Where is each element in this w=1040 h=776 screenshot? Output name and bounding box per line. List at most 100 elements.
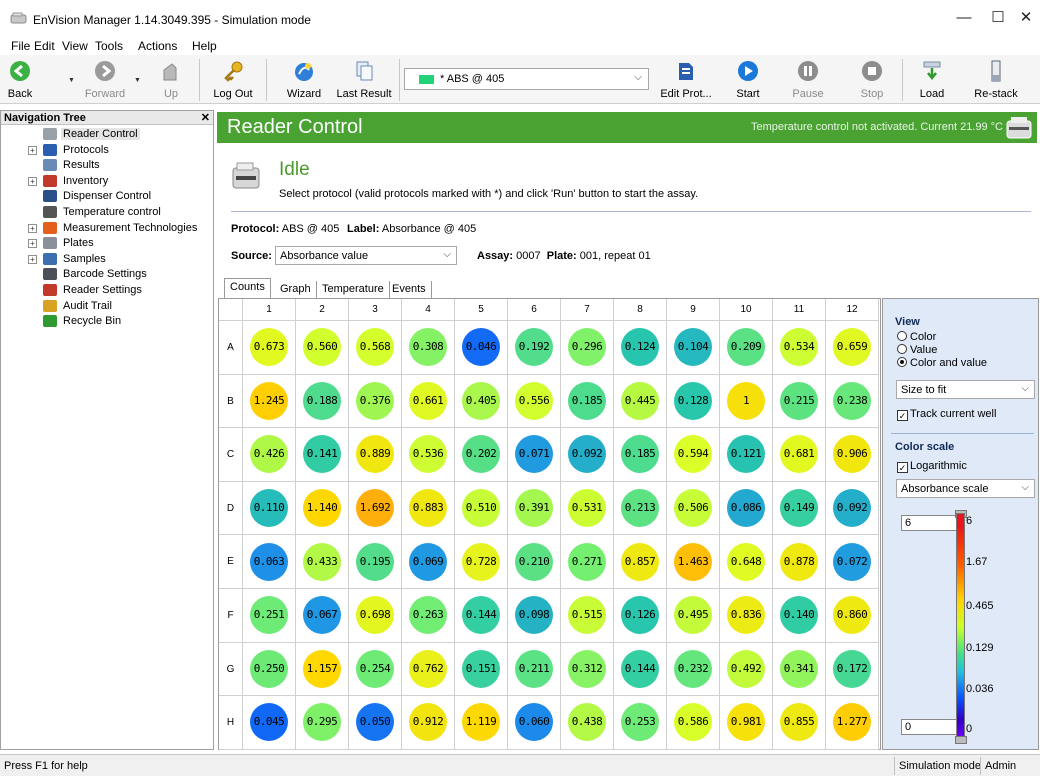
plate-well-cell[interactable]: 0.110	[243, 481, 296, 536]
plate-well[interactable]: 0.060	[515, 703, 553, 742]
plate-well-cell[interactable]: 0.341	[773, 642, 826, 697]
expand-icon[interactable]: +	[28, 176, 37, 186]
plate-well[interactable]: 1.157	[303, 649, 341, 688]
plate-well[interactable]: 0.251	[250, 596, 288, 635]
plate-well-cell[interactable]: 0.391	[508, 481, 561, 536]
nav-item-dispenser-control[interactable]: Dispenser Control	[1, 189, 213, 204]
plate-well-cell[interactable]: 0.188	[296, 374, 349, 429]
last-result-button[interactable]: Last Result	[334, 57, 394, 101]
row-header[interactable]: F	[219, 589, 243, 643]
plate-well-cell[interactable]: 0.531	[561, 481, 614, 536]
plate-well-cell[interactable]: 0.556	[508, 374, 561, 429]
plate-well[interactable]: 0.376	[356, 381, 394, 420]
pause-button[interactable]: Pause	[786, 57, 830, 101]
plate-well-cell[interactable]: 0.681	[773, 428, 826, 482]
row-header[interactable]: H	[219, 696, 243, 750]
plate-well[interactable]: 1	[727, 381, 765, 420]
plate-well-cell[interactable]: 0.673	[243, 321, 296, 375]
track-current-well-checkbox[interactable]: ✓ Track current well	[897, 408, 996, 421]
plate-well-cell[interactable]: 0.232	[667, 642, 720, 697]
plate-well-cell[interactable]: 0.098	[508, 589, 561, 643]
plate-well[interactable]: 0.121	[727, 435, 765, 474]
plate-well-cell[interactable]: 0.568	[349, 321, 402, 375]
plate-well-cell[interactable]: 0.141	[296, 428, 349, 482]
plate-well[interactable]: 0.071	[515, 435, 553, 474]
plate-well[interactable]: 0.981	[727, 703, 765, 742]
plate-well-cell[interactable]: 0.124	[614, 321, 667, 375]
plate-well[interactable]: 0.510	[462, 489, 500, 528]
column-header[interactable]: 11	[773, 299, 826, 321]
plate-well[interactable]: 0.253	[621, 703, 659, 742]
plate-well-cell[interactable]: 0.086	[720, 481, 773, 536]
close-button[interactable]: ✕	[1007, 6, 1040, 30]
nav-item-results[interactable]: Results	[1, 158, 213, 173]
plate-well[interactable]: 0.296	[568, 328, 606, 367]
plate-well-cell[interactable]: 0.857	[614, 535, 667, 589]
menu-actions[interactable]: Actions	[138, 39, 177, 53]
plate-well[interactable]: 0.092	[568, 435, 606, 474]
column-header[interactable]: 12	[826, 299, 879, 321]
plate-well-cell[interactable]: 0.046	[455, 321, 508, 375]
column-header[interactable]: 2	[296, 299, 349, 321]
plate-well-cell[interactable]: 0.213	[614, 481, 667, 536]
edit-protocol-button[interactable]: Edit Prot...	[656, 57, 716, 101]
column-header[interactable]: 9	[667, 299, 720, 321]
tab-events[interactable]: Events	[387, 281, 432, 298]
row-header[interactable]: G	[219, 642, 243, 697]
plate-well[interactable]: 0.126	[621, 596, 659, 635]
plate-well[interactable]: 0.295	[303, 703, 341, 742]
plate-well-cell[interactable]: 0.762	[402, 642, 455, 697]
scale-max-input[interactable]: 6	[901, 515, 957, 531]
nav-item-protocols[interactable]: + Protocols	[1, 143, 213, 158]
plate-well[interactable]: 0.202	[462, 435, 500, 474]
plate-well-cell[interactable]: 0.060	[508, 696, 561, 750]
scale-min-input[interactable]: 0	[901, 719, 957, 735]
tab-graph[interactable]: Graph	[275, 281, 317, 298]
protocol-select[interactable]: * ABS @ 405 ⌵	[404, 68, 649, 90]
plate-well-cell[interactable]: 0.659	[826, 321, 879, 375]
plate-well-cell[interactable]: 0.536	[402, 428, 455, 482]
plate-well-cell[interactable]: 0.251	[243, 589, 296, 643]
row-header[interactable]: E	[219, 535, 243, 589]
row-header[interactable]: D	[219, 481, 243, 536]
plate-well[interactable]: 0.855	[780, 703, 818, 742]
nav-item-recycle-bin[interactable]: Recycle Bin	[1, 314, 213, 329]
plate-well-cell[interactable]: 0.202	[455, 428, 508, 482]
plate-well[interactable]: 0.050	[356, 703, 394, 742]
forward-button[interactable]: Forward	[80, 57, 130, 101]
plate-well-cell[interactable]: 1.157	[296, 642, 349, 697]
column-header[interactable]: 10	[720, 299, 773, 321]
plate-well[interactable]: 0.263	[409, 596, 447, 635]
plate-well[interactable]: 0.045	[250, 703, 288, 742]
plate-well-cell[interactable]: 0.445	[614, 374, 667, 429]
column-header[interactable]: 3	[349, 299, 402, 321]
plate-well[interactable]: 0.515	[568, 596, 606, 635]
plate-well-cell[interactable]: 1.140	[296, 481, 349, 536]
plate-well-cell[interactable]: 0.433	[296, 535, 349, 589]
plate-well[interactable]: 0.341	[780, 649, 818, 688]
plate-well[interactable]: 0.209	[727, 328, 765, 367]
plate-well[interactable]: 0.728	[462, 542, 500, 581]
plate-well[interactable]: 0.912	[409, 703, 447, 742]
plate-well-cell[interactable]: 0.067	[296, 589, 349, 643]
plate-well[interactable]: 0.312	[568, 649, 606, 688]
plate-well[interactable]: 0.192	[515, 328, 553, 367]
plate-well[interactable]: 0.098	[515, 596, 553, 635]
plate-well-cell[interactable]: 1.119	[455, 696, 508, 750]
plate-well-cell[interactable]: 0.069	[402, 535, 455, 589]
plate-well-cell[interactable]: 0.376	[349, 374, 402, 429]
plate-well-cell[interactable]: 0.308	[402, 321, 455, 375]
plate-well-cell[interactable]: 0.151	[455, 642, 508, 697]
plate-well[interactable]: 0.211	[515, 649, 553, 688]
plate-well[interactable]: 0.195	[356, 542, 394, 581]
nav-item-samples[interactable]: + Samples	[1, 252, 213, 267]
wizard-button[interactable]: Wizard	[282, 57, 326, 101]
source-select[interactable]: Absorbance value ⌵	[275, 246, 457, 265]
plate-well[interactable]: 0.857	[621, 542, 659, 581]
column-header[interactable]: 4	[402, 299, 455, 321]
logarithmic-checkbox[interactable]: ✓ Logarithmic	[897, 460, 967, 473]
plate-well[interactable]: 0.673	[250, 328, 288, 367]
plate-well[interactable]: 0.185	[568, 381, 606, 420]
plate-well[interactable]: 0.556	[515, 381, 553, 420]
plate-well[interactable]: 0.762	[409, 649, 447, 688]
